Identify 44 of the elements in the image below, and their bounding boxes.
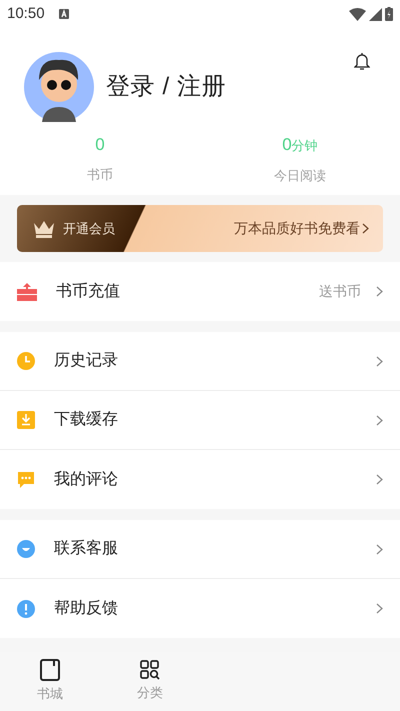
chevron-icon <box>376 474 383 485</box>
stat-value: 0 <box>95 134 105 156</box>
smiley-icon <box>17 540 35 558</box>
chevron-icon <box>376 544 383 554</box>
download-icon <box>17 411 35 429</box>
clock-icon <box>17 352 35 370</box>
stat-value: 0分钟 <box>282 134 318 156</box>
comment-icon <box>17 470 35 488</box>
menu-label: 我的评论 <box>54 470 119 490</box>
chevron-icon <box>376 603 383 614</box>
bell-icon[interactable] <box>354 52 370 71</box>
menu-item[interactable]: 联系客服 <box>0 520 400 579</box>
menu-item[interactable]: 下载缓存 <box>0 391 400 450</box>
menu-label: 联系客服 <box>54 538 119 559</box>
wifi-icon <box>349 8 366 20</box>
login-register-link[interactable]: 登录 / 注册 <box>106 69 226 105</box>
menu-label: 帮助反馈 <box>54 598 119 618</box>
stat-label: 今日阅读 <box>274 167 326 185</box>
recharge-icon <box>17 282 37 300</box>
menu-item[interactable]: 帮助反馈 <box>0 579 400 638</box>
chevron-icon <box>362 223 369 234</box>
menu-label: 历史记录 <box>54 350 119 371</box>
avatar-icon[interactable] <box>24 52 94 122</box>
menu-item[interactable]: 历史记录 <box>0 332 400 391</box>
exclamation-icon <box>17 600 35 618</box>
status-time: 10:50 <box>7 4 45 24</box>
notification-icon <box>58 9 69 19</box>
menu-detail: 送书币 <box>319 282 361 301</box>
vip-promo-text: 万本品质好书免费看 <box>234 219 360 238</box>
signal-icon <box>369 8 382 20</box>
stat-label: 书币 <box>87 166 113 184</box>
grid-search-icon <box>140 660 160 680</box>
chevron-icon <box>376 286 383 297</box>
chevron-icon <box>376 414 383 426</box>
menu-item[interactable]: 书币充值 送书币 <box>0 262 400 321</box>
crown-icon <box>33 220 55 238</box>
chevron-icon <box>376 356 383 366</box>
book-icon <box>40 659 60 682</box>
battery-icon <box>385 7 393 21</box>
menu-label: 书币充值 <box>56 282 121 302</box>
menu-label: 下载缓存 <box>54 410 119 430</box>
vip-label: 开通会员 <box>63 220 115 238</box>
menu-item[interactable]: 我的评论 <box>0 450 400 509</box>
vip-banner[interactable]: 开通会员 万本品质好书免费看 <box>17 205 383 252</box>
